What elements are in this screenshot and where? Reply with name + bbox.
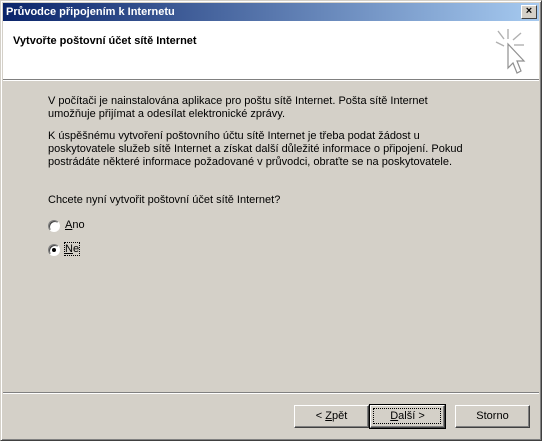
wizard-sparkle-cursor-icon xyxy=(495,29,526,74)
back-button[interactable]: < Zpět xyxy=(294,405,369,428)
info-line-2: poskytovatele služeb sítě Internet a zís… xyxy=(48,143,463,155)
radio-ano-label[interactable]: Ano xyxy=(65,219,85,231)
next-button[interactable]: Další > xyxy=(369,404,446,429)
close-button[interactable]: × xyxy=(521,5,537,19)
intro-line-1: V počítači je nainstalována aplikace pro… xyxy=(48,95,428,107)
info-line-3: postrádáte některé informace požadované … xyxy=(48,156,453,168)
info-paragraph: K úspěšnému vytvoření poštovního účtu sí… xyxy=(48,130,478,169)
radio-ne-label[interactable]: Ne xyxy=(63,242,81,256)
close-icon: × xyxy=(525,5,533,17)
info-line-1: K úspěšnému vytvoření poštovního účtu sí… xyxy=(48,130,420,142)
title-bar[interactable]: Průvodce připojením k Internetu × xyxy=(3,3,539,21)
window-title: Průvodce připojením k Internetu xyxy=(6,6,175,18)
page-title: Vytvořte poštovní účet sítě Internet xyxy=(13,35,197,47)
header-separator-highlight xyxy=(3,80,539,81)
wizard-window: Průvodce připojením k Internetu × Vytvoř… xyxy=(0,0,542,441)
radio-circle-checked[interactable] xyxy=(48,244,60,256)
wizard-header: Vytvořte poštovní účet sítě Internet xyxy=(3,21,539,79)
intro-paragraph: V počítači je nainstalována aplikace pro… xyxy=(48,95,478,121)
focus-rect xyxy=(373,408,441,424)
radio-circle[interactable] xyxy=(48,220,60,232)
cancel-button[interactable]: Storno xyxy=(455,405,530,428)
question-label: Chcete nyní vytvořit poštovní účet sítě … xyxy=(48,194,281,206)
footer-separator-highlight xyxy=(3,393,539,394)
intro-line-2: umožňuje přijímat a odesílat elektronick… xyxy=(48,108,286,120)
